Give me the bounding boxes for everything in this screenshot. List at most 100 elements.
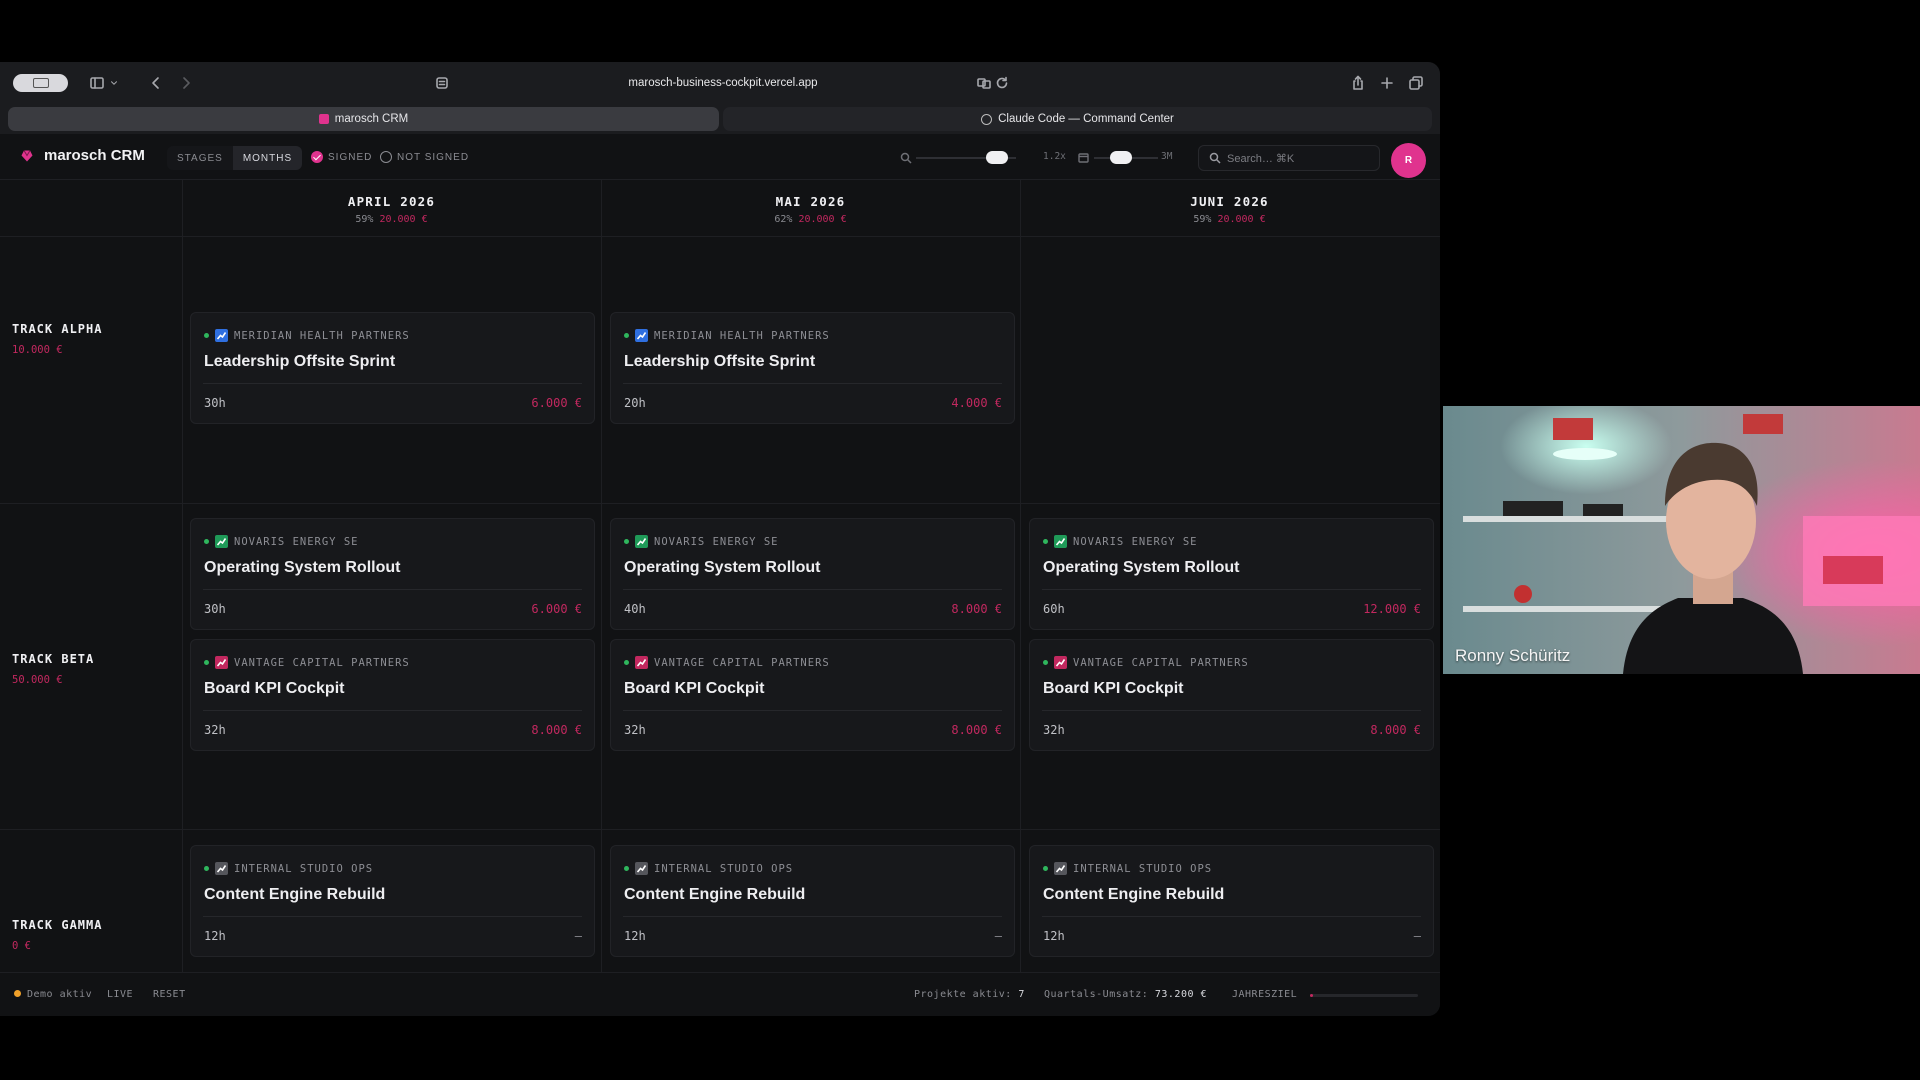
column-divider (1020, 180, 1021, 972)
signed-dot (1043, 539, 1048, 544)
brand-name: marosch CRM (44, 147, 145, 164)
project-card[interactable]: NOVARIS ENERGY SE Operating System Rollo… (1029, 518, 1434, 630)
project-title: Board KPI Cockpit (624, 680, 765, 697)
quarter-revenue: Quartals-Umsatz: 73.200 € (1044, 989, 1207, 1000)
project-card[interactable]: INTERNAL STUDIO OPS Content Engine Rebui… (1029, 845, 1434, 957)
zoom-slider-thumb[interactable] (986, 151, 1008, 164)
filter-not-signed[interactable]: NOT SIGNED (380, 151, 469, 163)
track-name: TRACK ALPHA (12, 322, 103, 336)
chart-icon (215, 862, 228, 875)
signed-checkbox[interactable] (311, 151, 323, 163)
project-card[interactable]: VANTAGE CAPITAL PARTNERS Board KPI Cockp… (1029, 639, 1434, 751)
url-text: marosch-business-cockpit.vercel.app (628, 77, 818, 89)
back-button[interactable] (145, 72, 167, 94)
signed-dot (204, 866, 209, 871)
project-hours: 40h (624, 602, 646, 616)
brand[interactable]: marosch CRM (20, 147, 145, 164)
project-card[interactable]: NOVARIS ENERGY SE Operating System Rollo… (610, 518, 1015, 630)
column-divider (601, 180, 602, 972)
project-amount: 8.000 € (1370, 723, 1421, 737)
range-slider-thumb[interactable] (1110, 151, 1132, 164)
chart-icon (1054, 535, 1067, 548)
column-header-mai: MAI 2026 62% 20.000 € (601, 180, 1020, 236)
project-card[interactable]: INTERNAL STUDIO OPS Content Engine Rebui… (610, 845, 1015, 957)
stages-view-button[interactable]: STAGES (167, 146, 233, 170)
new-tab-button[interactable] (1376, 72, 1398, 94)
zoom-value: 1.2x (1043, 151, 1066, 162)
forward-button[interactable] (175, 72, 197, 94)
project-card[interactable]: VANTAGE CAPITAL PARTNERS Board KPI Cockp… (190, 639, 595, 751)
address-bar[interactable]: marosch-business-cockpit.vercel.app (428, 70, 1018, 96)
status-bar: Demo aktiv LIVE RESET Projekte aktiv: 7 … (0, 972, 1440, 1016)
tab-claude-code[interactable]: Claude Code — Command Center (723, 107, 1432, 131)
share-icon (1353, 75, 1363, 90)
column-divider (182, 180, 183, 972)
project-amount: – (1413, 929, 1421, 943)
filter-label: SIGNED (328, 151, 373, 163)
project-card[interactable]: MERIDIAN HEALTH PARTNERS Leadership Offs… (190, 312, 595, 424)
claude-favicon-icon (981, 113, 993, 125)
browser-window: marosch-business-cockpit.vercel.app maro… (0, 62, 1440, 1016)
project-hours: 32h (624, 723, 646, 737)
translate-icon (977, 78, 991, 89)
card-divider (623, 710, 1002, 711)
card-divider (203, 383, 582, 384)
card-client: NOVARIS ENERGY SE (1043, 535, 1197, 548)
column-title: MAI 2026 (775, 194, 846, 209)
reset-button[interactable]: RESET (153, 989, 186, 1000)
tabs-icon (1409, 76, 1423, 90)
project-title: Operating System Rollout (1043, 559, 1240, 576)
not-signed-checkbox[interactable] (380, 151, 392, 163)
avatar[interactable]: R (1391, 143, 1426, 178)
demo-status: Demo aktiv (14, 989, 92, 1000)
card-client: VANTAGE CAPITAL PARTNERS (204, 656, 410, 669)
card-divider (623, 383, 1002, 384)
window-tab-overview-button[interactable] (13, 74, 68, 92)
brand-logo-icon (21, 149, 33, 161)
card-client: MERIDIAN HEALTH PARTNERS (204, 329, 410, 342)
tab-overview-button[interactable] (1405, 72, 1427, 94)
chevron-down-icon (111, 81, 117, 85)
calendar-icon (1078, 153, 1089, 163)
search-input[interactable]: Search… ⌘K (1198, 145, 1380, 171)
project-card[interactable]: NOVARIS ENERGY SE Operating System Rollo… (190, 518, 595, 630)
client-name: MERIDIAN HEALTH PARTNERS (654, 329, 830, 342)
card-client: NOVARIS ENERGY SE (204, 535, 358, 548)
column-percent: 62% (774, 214, 793, 225)
zoom-controls: 1.2x 3M (898, 148, 1198, 168)
sidebar-toggle-button[interactable] (84, 72, 124, 94)
card-client: INTERNAL STUDIO OPS (624, 862, 793, 875)
project-card[interactable]: INTERNAL STUDIO OPS Content Engine Rebui… (190, 845, 595, 957)
project-hours: 32h (1043, 723, 1065, 737)
signed-dot (624, 660, 629, 665)
column-summary: 62% 20.000 € (601, 214, 1020, 225)
months-view-button[interactable]: MONTHS (232, 146, 303, 170)
client-name: NOVARIS ENERGY SE (654, 535, 779, 548)
card-client: VANTAGE CAPITAL PARTNERS (1043, 656, 1249, 669)
live-button[interactable]: LIVE (107, 989, 133, 1000)
project-hours: 12h (1043, 929, 1065, 943)
column-title: JUNI 2026 (1190, 194, 1269, 209)
project-amount: 12.000 € (1363, 602, 1421, 616)
signed-dot (204, 539, 209, 544)
share-button[interactable] (1347, 72, 1369, 94)
client-name: NOVARIS ENERGY SE (1073, 535, 1198, 548)
track-amount: 10.000 € (12, 344, 63, 356)
project-card[interactable]: MERIDIAN HEALTH PARTNERS Leadership Offs… (610, 312, 1015, 424)
reload-button[interactable] (992, 72, 1012, 94)
project-title: Board KPI Cockpit (204, 680, 345, 697)
column-summary: 59% 20.000 € (1020, 214, 1439, 225)
chart-icon (635, 862, 648, 875)
track-name: TRACK BETA (12, 652, 95, 666)
signed-dot (624, 539, 629, 544)
project-card[interactable]: VANTAGE CAPITAL PARTNERS Board KPI Cockp… (610, 639, 1015, 751)
project-title: Content Engine Rebuild (1043, 886, 1225, 903)
card-divider (203, 589, 582, 590)
client-name: VANTAGE CAPITAL PARTNERS (1073, 656, 1249, 669)
project-hours: 60h (1043, 602, 1065, 616)
translate-button[interactable] (974, 72, 994, 94)
reload-icon (996, 76, 1008, 89)
filter-signed[interactable]: SIGNED (311, 151, 372, 163)
tab-marosch-crm[interactable]: marosch CRM (8, 107, 719, 131)
chevron-left-icon (152, 77, 159, 89)
